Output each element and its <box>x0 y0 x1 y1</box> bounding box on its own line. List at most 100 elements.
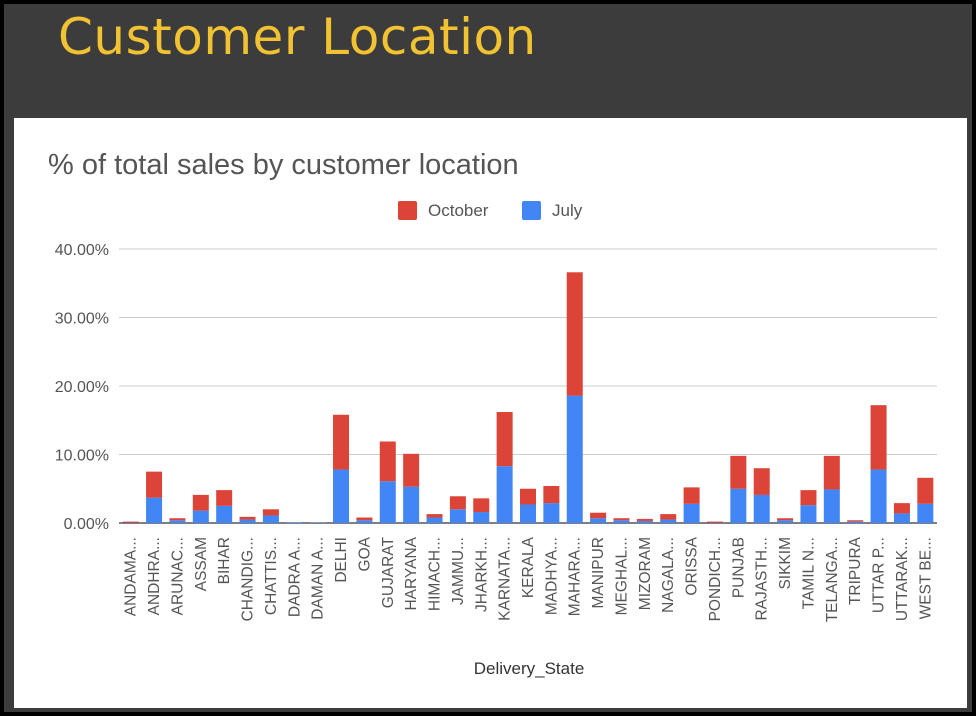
bar-october[interactable] <box>169 518 186 521</box>
chart-title: % of total sales by customer location <box>48 149 519 181</box>
bar-october[interactable] <box>426 514 443 518</box>
legend-swatch-july <box>522 201 541 220</box>
x-tick-label: MEGHAL... <box>613 537 630 615</box>
bar-october[interactable] <box>379 441 396 482</box>
bar-july[interactable] <box>543 503 560 523</box>
x-tick-label: ARUNAC... <box>169 537 186 615</box>
x-tick-label: JHARKH... <box>473 537 490 612</box>
bar-july[interactable] <box>286 522 303 523</box>
x-tick-label: HIMACH... <box>427 537 444 611</box>
slide-title: Customer Location <box>58 8 537 66</box>
bar-july[interactable] <box>146 497 163 523</box>
bar-october[interactable] <box>683 487 700 504</box>
x-tick-label: MIZORAM <box>637 537 654 610</box>
bar-july[interactable] <box>496 466 513 523</box>
bar-october[interactable] <box>449 496 466 510</box>
bar-october[interactable] <box>473 498 490 513</box>
legend-label-october[interactable]: October <box>428 201 489 220</box>
bar-october[interactable] <box>520 488 536 505</box>
bar-july[interactable] <box>216 505 233 523</box>
bar-july[interactable] <box>613 520 630 523</box>
bar-october[interactable] <box>847 520 864 522</box>
x-tick-label: MADHYA... <box>543 537 560 615</box>
x-tick-label: WEST BE... <box>917 537 934 619</box>
x-tick-label: CHANDIG... <box>240 537 257 621</box>
bar-july[interactable] <box>239 519 256 523</box>
bar-october[interactable] <box>753 468 770 495</box>
bar-october[interactable] <box>823 455 840 490</box>
bar-july[interactable] <box>333 469 350 523</box>
x-tick-label: ORISSA <box>684 536 701 595</box>
x-tick-label: KERALA <box>520 536 537 598</box>
bar-october[interactable] <box>146 471 163 498</box>
bar-july[interactable] <box>893 513 910 523</box>
x-tick-label: RAJASTH... <box>754 537 771 621</box>
legend-label-july[interactable]: July <box>552 201 583 220</box>
bar-october[interactable] <box>730 455 747 489</box>
x-tick-label: MANIPUR <box>590 537 607 608</box>
bar-july[interactable] <box>262 515 279 523</box>
legend-swatch-october <box>398 201 417 220</box>
bar-july[interactable] <box>777 520 794 523</box>
bar-july[interactable] <box>169 520 186 523</box>
bar-july[interactable] <box>192 510 209 523</box>
bar-july[interactable] <box>449 509 466 523</box>
bar-july[interactable] <box>590 518 607 523</box>
bar-october[interactable] <box>122 521 139 523</box>
bar-october[interactable] <box>777 518 794 521</box>
bar-october[interactable] <box>496 412 513 467</box>
y-tick-label: 10.00% <box>55 448 109 465</box>
bar-october[interactable] <box>543 486 560 504</box>
bar-october[interactable] <box>216 490 233 506</box>
bar-october[interactable] <box>590 512 607 519</box>
bar-july[interactable] <box>847 521 864 523</box>
x-axis-title: Delivery_State <box>474 659 585 678</box>
x-tick-label: CHATTIS... <box>263 537 280 615</box>
x-tick-label: ANDHRA... <box>146 537 163 615</box>
bar-october[interactable] <box>566 272 583 396</box>
x-tick-label: DAMAN A... <box>310 537 327 620</box>
bars <box>122 272 934 523</box>
bar-october[interactable] <box>660 514 677 520</box>
x-tick-label: SIKKIM <box>777 537 794 590</box>
bar-october[interactable] <box>870 405 887 470</box>
bar-july[interactable] <box>520 504 536 523</box>
bar-july[interactable] <box>823 489 840 523</box>
bar-july[interactable] <box>426 517 443 523</box>
y-tick-label: 0.00% <box>64 516 109 533</box>
bar-october[interactable] <box>192 494 209 511</box>
bar-october[interactable] <box>917 477 934 504</box>
bar-october[interactable] <box>706 521 723 523</box>
bar-october[interactable] <box>893 503 910 514</box>
x-tick-label: BIHAR <box>216 537 233 584</box>
chart-panel: % of total sales by customer location Oc… <box>14 118 967 708</box>
bar-july[interactable] <box>379 481 396 523</box>
bar-october[interactable] <box>333 414 350 470</box>
bar-july[interactable] <box>473 512 490 523</box>
bar-october[interactable] <box>800 490 817 506</box>
x-tick-label: DADRA A... <box>286 537 303 617</box>
bar-july[interactable] <box>566 395 583 523</box>
bar-july[interactable] <box>636 520 653 523</box>
bar-october[interactable] <box>356 517 373 521</box>
bar-october[interactable] <box>403 453 420 487</box>
x-tick-label: UTTARAK... <box>894 537 911 621</box>
bar-october[interactable] <box>262 509 279 516</box>
bar-july[interactable] <box>403 486 420 523</box>
bar-july[interactable] <box>730 488 747 523</box>
bar-july[interactable] <box>683 503 700 523</box>
bar-july[interactable] <box>660 519 677 523</box>
x-tick-label: ANDAMA... <box>123 537 140 616</box>
bar-july[interactable] <box>870 469 887 523</box>
bar-october[interactable] <box>613 518 630 521</box>
bar-july[interactable] <box>800 505 817 523</box>
x-tick-label: TAMIL N... <box>800 537 817 609</box>
bar-july[interactable] <box>356 520 373 523</box>
y-tick-label: 40.00% <box>55 242 109 259</box>
bar-july[interactable] <box>753 494 770 523</box>
x-tick-label: UTTAR P... <box>871 537 888 613</box>
bar-october[interactable] <box>239 516 256 520</box>
bar-october[interactable] <box>636 518 653 521</box>
bar-july[interactable] <box>917 503 934 523</box>
x-tick-label: HARYANA <box>403 536 420 610</box>
